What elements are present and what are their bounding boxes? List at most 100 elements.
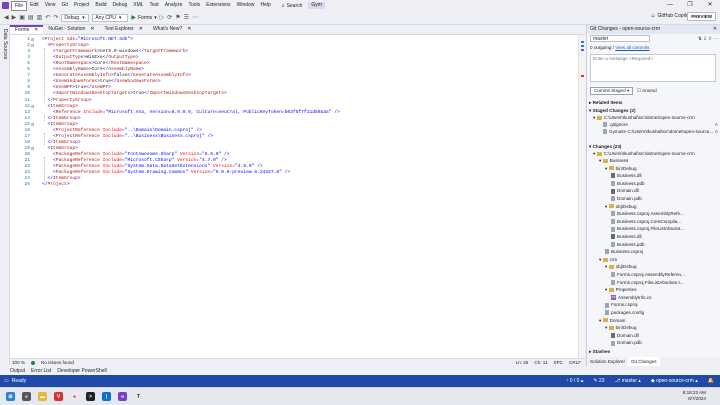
change-tree-item[interactable]: C# AssemblyInfo.cs <box>611 294 720 301</box>
amend-checkbox[interactable]: ☐ Amend <box>637 87 677 94</box>
view-all-commits-link[interactable]: View all commits <box>615 45 649 50</box>
commit-message-input[interactable]: Enter a message <Required> <box>590 54 716 82</box>
tab-test-explorer[interactable]: Test Explorer ✕ <box>100 25 148 34</box>
change-tree-item[interactable]: ▾ bin\Debug <box>605 324 720 331</box>
close-button[interactable]: ✕ <box>700 0 720 11</box>
redo-icon[interactable]: ↷ <box>53 14 58 21</box>
menu-item-edit[interactable]: Edit <box>27 0 42 11</box>
start-button[interactable]: ▶ Forms ▾ <box>131 14 156 22</box>
change-tree-item[interactable]: Business.csproj.FileListAbsolut... <box>611 225 720 232</box>
tab-close-icon[interactable]: ✕ <box>187 25 191 34</box>
change-tree-item[interactable]: ▾ crm <box>599 256 720 263</box>
code-line[interactable]: <Reference Include="Microsoft.Vsa, Versi… <box>42 110 340 115</box>
tab-close-icon[interactable]: ✕ <box>34 27 38 34</box>
code-line[interactable]: <ProjectReference Include="..\Domain\Dom… <box>42 128 202 133</box>
code-line[interactable]: <AssemblyName>Core</AssemblyName> <box>42 67 144 72</box>
chrome-icon[interactable]: ● <box>70 392 79 401</box>
change-tree-item[interactable]: Business.dll <box>611 172 720 179</box>
code-line[interactable]: <UseWindowsForms>true</UseWindowsForms> <box>42 79 161 84</box>
change-tree-item[interactable]: Forms.csproj.FileListAbsolute.t... <box>611 279 720 286</box>
staged-item[interactable]: Gymuite C:\Users\Ikushal\src\dotnet\open… <box>603 128 720 135</box>
code-line[interactable]: </ItemGroup> <box>42 140 81 145</box>
column-indicator[interactable]: Ch: 11 <box>534 360 547 365</box>
commit-staged-button[interactable]: Commit Staged ▾ <box>590 87 634 95</box>
zoom-level[interactable]: 100 % <box>12 360 25 365</box>
sync-status[interactable]: ↑ 0 / 0 ▴ <box>566 378 584 384</box>
change-tree-item[interactable]: Business.pdb <box>611 180 720 187</box>
visual-studio-icon[interactable]: ∞ <box>118 392 127 401</box>
platform-dropdown[interactable]: Any CPU ▾ <box>92 13 129 22</box>
tab-error-list[interactable]: Error List <box>31 368 51 374</box>
change-tree-item[interactable]: ▾ obj\Debug <box>605 203 720 210</box>
fold-toggle-icon[interactable]: ⊟ <box>31 146 34 151</box>
change-tree-item[interactable]: Domain.pdb <box>611 339 720 346</box>
tab-output[interactable]: Output <box>10 368 25 374</box>
tab-forms[interactable]: Forms ✕ <box>10 25 44 34</box>
toolbar-more-icon[interactable]: ⋯ <box>192 14 198 21</box>
code-line[interactable]: </PropertyGroup> <box>42 98 92 103</box>
change-tree-item[interactable]: Business.csproj.AssemblyRefe... <box>611 210 720 217</box>
stashes-section[interactable]: ▸ Stashes <box>589 348 720 355</box>
change-tree-item[interactable]: packages.config <box>605 309 720 316</box>
change-tree-item[interactable]: Business.dll <box>611 233 720 240</box>
start-menu-icon[interactable]: ⊞ <box>6 392 15 401</box>
menu-item-view[interactable]: View <box>42 0 59 11</box>
code-line[interactable]: <GenerateAssemblyInfo>false</GenerateAss… <box>42 73 191 78</box>
line-ending-indicator[interactable]: CRLF <box>569 360 581 365</box>
change-tree-item[interactable]: Business.pdb <box>611 241 720 248</box>
menu-item-window[interactable]: Window <box>234 0 258 11</box>
branch-status[interactable]: ⎇ master ▴ <box>614 378 640 384</box>
tab-close-icon[interactable]: ✕ <box>139 25 143 34</box>
tab-developer-powershell[interactable]: Developer PowerShell <box>57 368 106 374</box>
code-line[interactable]: </ItemGroup> <box>42 116 81 121</box>
code-line[interactable]: <ItemGroup> <box>42 122 78 127</box>
new-item-icon[interactable]: ▣ <box>19 14 25 21</box>
change-tree-item[interactable]: Forms.csproj <box>605 301 720 308</box>
change-tree-item[interactable]: Business.csproj.CoreCompila... <box>611 218 720 225</box>
terminal-icon[interactable]: > <box>86 392 95 401</box>
configuration-dropdown[interactable]: Debug ▾ <box>61 13 90 22</box>
code-line[interactable]: <ItemGroup> <box>42 146 78 151</box>
file-explorer-icon[interactable]: ▬ <box>38 392 47 401</box>
changes-section[interactable]: ▾ Changes (23) <box>589 143 720 150</box>
code-line[interactable]: <ImportWindowsDesktopTargets>true</Impor… <box>42 91 227 96</box>
change-tree-item[interactable]: Domain.dll <box>611 332 720 339</box>
code-line[interactable]: <PropertyGroup> <box>42 43 89 48</box>
branch-dropdown[interactable]: master <box>590 35 650 42</box>
search-button[interactable]: ⌕ Search <box>282 3 303 9</box>
minimize-button[interactable]: — <box>660 0 680 11</box>
tab-solution-explorer[interactable]: Solution Explorer <box>587 357 628 366</box>
code-line[interactable]: <UseWPF>true</UseWPF> <box>42 85 111 90</box>
code-line[interactable]: <ProjectReference Include="..\Business\B… <box>42 134 213 139</box>
change-tree-item[interactable]: ▾ bin\Debug <box>605 165 720 172</box>
menu-item-file[interactable]: File <box>11 0 28 11</box>
code-line[interactable]: <PackageReference Include="System.Drawin… <box>42 170 290 175</box>
fold-toggle-icon[interactable]: ⊟ <box>31 43 34 48</box>
menu-item-xml[interactable]: XML <box>130 0 146 11</box>
menu-item-tools[interactable]: Tools <box>186 0 204 11</box>
refresh-icon[interactable]: ⟳ <box>167 14 172 21</box>
change-tree-item[interactable]: Domain.pdb <box>611 195 720 202</box>
code-line[interactable]: <PackageReference Include="FontAwesome.S… <box>42 152 230 157</box>
tab-nuget-solution[interactable]: NuGet - Solution ✕ <box>43 25 99 34</box>
code-line[interactable]: <RootNamespace>Core</RootNamespace> <box>42 61 150 66</box>
changes-path-row[interactable]: ▾ C:\Users\Ikushal\src\dotnet\open-sourc… <box>593 150 720 157</box>
staged-changes-section[interactable]: ▾ Staged Changes (2) <box>589 107 720 114</box>
save-all-icon[interactable]: ▥ <box>37 14 43 21</box>
fold-toggle-icon[interactable]: ⊟ <box>31 122 34 127</box>
tab-git-changes[interactable]: Git Changes <box>627 357 660 366</box>
save-icon[interactable]: ▤ <box>28 14 34 21</box>
menu-item-help[interactable]: Help <box>257 0 273 11</box>
change-tree-item[interactable]: ▾ Domain <box>599 317 720 324</box>
system-clock[interactable]: 8:18:23 AM 8/7/2024 <box>683 390 706 402</box>
code-line[interactable]: <TargetFramework>net9.0-windows</TargetF… <box>42 49 188 54</box>
staged-path-row[interactable]: ▾ C:\Users\Ikushal\src\dotnet\open-sourc… <box>593 114 720 121</box>
bookmark-icon[interactable]: ⚑ <box>175 14 180 21</box>
preview-button[interactable]: PREVIEW <box>687 12 716 21</box>
menu-item-analyze[interactable]: Analyze <box>162 0 186 11</box>
change-tree-item[interactable]: Domain.dll <box>611 187 720 194</box>
pending-changes-count[interactable]: ✎ 23 <box>593 378 604 384</box>
data-sources-tab[interactable]: Data Sources <box>2 29 8 59</box>
change-tree-item[interactable]: ▾ Properties <box>605 286 720 293</box>
code-editor[interactable]: 1 2 3 4 5 6 7 8 9 10 11 12 13 14 15 16 17 18 19 20 21 22 23 24 2… <box>10 34 585 358</box>
